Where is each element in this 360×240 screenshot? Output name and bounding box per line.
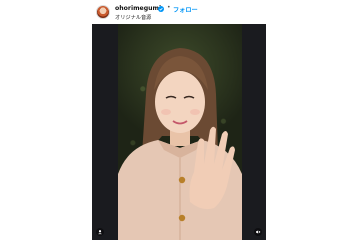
original-audio-link[interactable]: オリジナル音源 [115,14,151,21]
instagram-reel-view: ohorimegumi • フォロー オリジナル音源 [0,0,360,240]
verified-badge-icon [158,5,164,12]
follow-button[interactable]: フォロー [173,5,198,14]
post-header: ohorimegumi • フォロー オリジナル音源 [96,4,266,24]
video-frame-person [118,48,242,240]
speaker-muted-icon[interactable] [254,228,262,236]
username-link[interactable]: ohorimegumi [115,5,161,12]
user-icon[interactable] [96,228,104,236]
separator-dot: • [167,4,171,11]
video-player[interactable] [92,24,266,240]
avatar[interactable] [96,5,110,19]
